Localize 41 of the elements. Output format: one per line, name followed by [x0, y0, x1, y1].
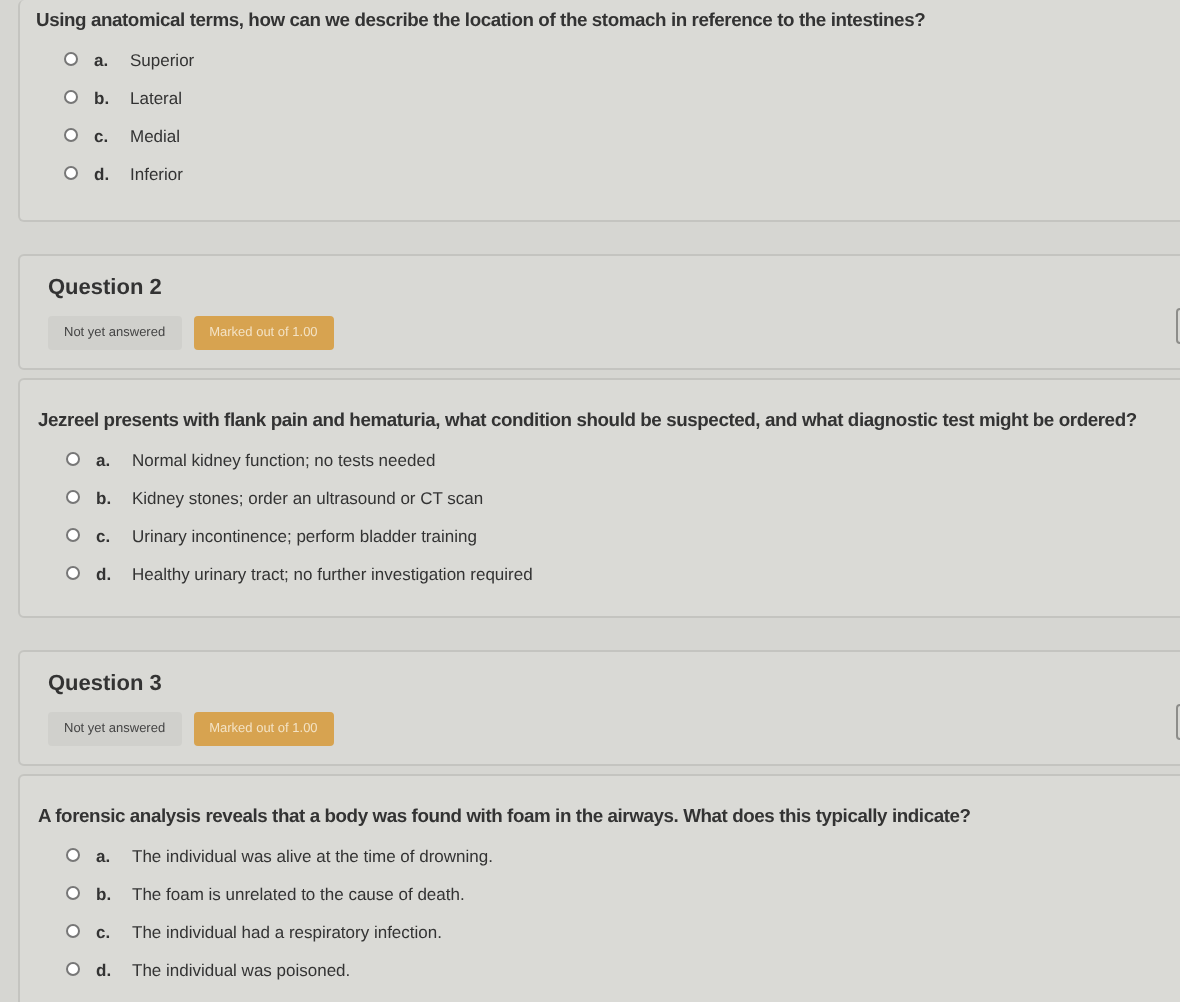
radio-button[interactable]	[64, 128, 78, 142]
option-label[interactable]: Lateral	[130, 87, 182, 107]
radio-button[interactable]	[66, 566, 80, 580]
question-text: Using anatomical terms, how can we describe the location of the stomach in reference to the intestines?	[36, 8, 926, 30]
radio-button[interactable]	[66, 848, 80, 862]
option-letter: c.	[96, 921, 113, 941]
option-letter: b.	[96, 487, 114, 507]
option-letter: a.	[96, 845, 113, 865]
question-number: Question 3	[48, 672, 162, 696]
radio-button[interactable]	[66, 452, 80, 466]
option-label[interactable]: Kidney stones; order an ultrasound or CT scan	[132, 487, 484, 507]
question-text: Jezreel presents with flank pain and hematuria, what condition should be suspected, and what diagnostic test might be ordered?	[38, 408, 1137, 430]
option-letter: a.	[96, 449, 113, 469]
option-letter: c.	[94, 125, 111, 145]
radio-button[interactable]	[66, 924, 80, 938]
option-letter: d.	[96, 959, 114, 979]
radio-button[interactable]	[66, 490, 80, 504]
option-letter: a.	[94, 49, 111, 69]
option-letter: b.	[94, 87, 112, 107]
option-label[interactable]: The individual was poisoned.	[132, 959, 351, 979]
option-label[interactable]: Normal kidney function; no tests needed	[132, 449, 436, 469]
radio-button[interactable]	[64, 90, 78, 104]
option-letter: c.	[96, 525, 113, 545]
option-letter: d.	[96, 563, 114, 583]
option-letter: d.	[94, 163, 112, 183]
radio-button[interactable]	[66, 528, 80, 542]
option-letter: b.	[96, 883, 114, 903]
option-label[interactable]: The foam is unrelated to the cause of death.	[132, 883, 465, 903]
option-label[interactable]: The individual was alive at the time of drowning.	[132, 845, 493, 865]
radio-button[interactable]	[66, 886, 80, 900]
radio-button[interactable]	[64, 166, 78, 180]
radio-button[interactable]	[66, 962, 80, 976]
question-text: A forensic analysis reveals that a body was found with foam in the airways. What does this typically indicate?	[38, 804, 971, 826]
option-label[interactable]: Medial	[130, 125, 181, 145]
option-label[interactable]: Superior	[130, 49, 195, 69]
option-label[interactable]: Urinary incontinence; perform bladder training	[132, 525, 477, 545]
question-number: Question 2	[48, 276, 162, 300]
option-label[interactable]: The individual had a respiratory infection.	[132, 921, 442, 941]
radio-button[interactable]	[64, 52, 78, 66]
option-label[interactable]: Inferior	[130, 163, 183, 183]
option-label[interactable]: Healthy urinary tract; no further investigation required	[132, 563, 533, 583]
